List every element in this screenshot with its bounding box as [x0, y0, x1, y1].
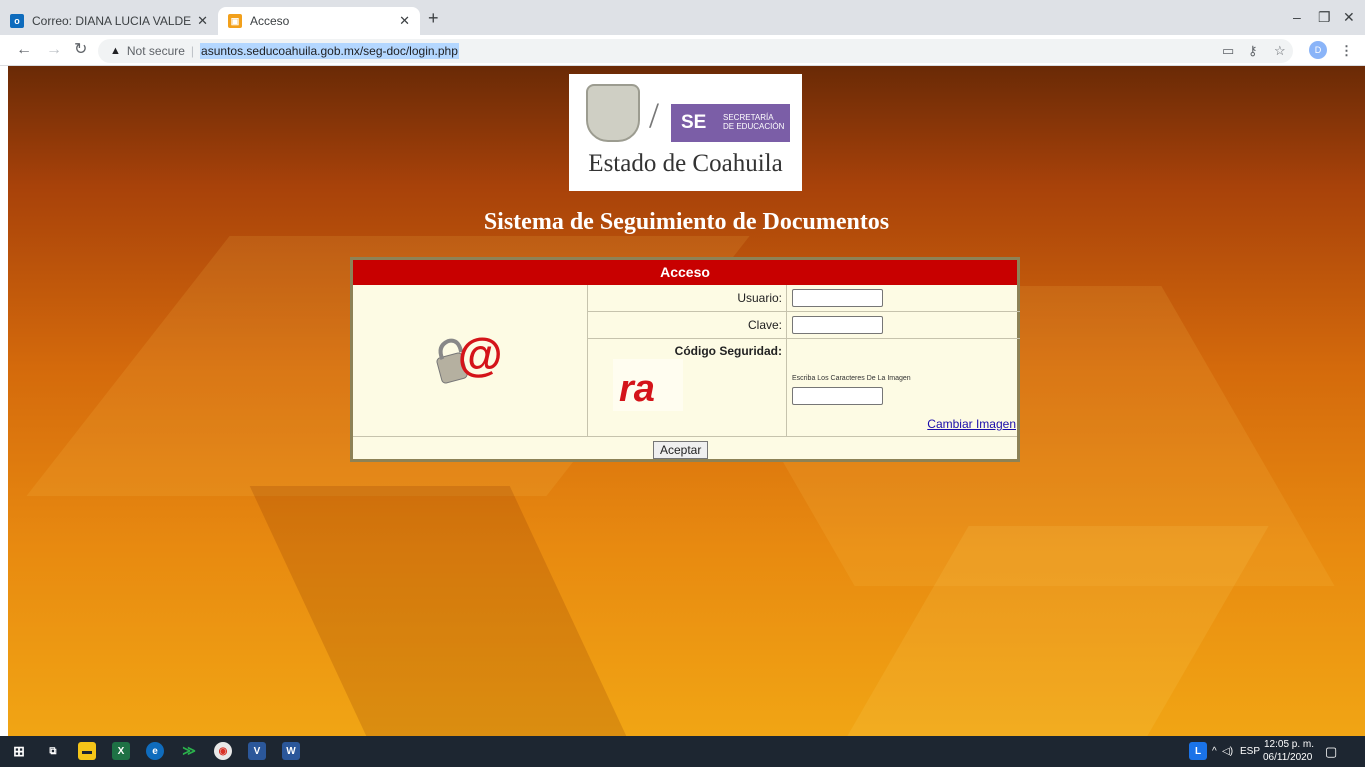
usuario-input[interactable]: [792, 289, 883, 307]
usuario-label: Usuario:: [588, 285, 787, 312]
address-bar[interactable]: ▲ Not secure | asuntos.seducoahuila.gob.…: [98, 39, 1293, 63]
form-header: Acceso: [353, 260, 1017, 285]
profile-avatar[interactable]: D: [1309, 41, 1327, 59]
close-tab-icon[interactable]: ✕: [399, 13, 410, 29]
url-text[interactable]: asuntos.seducoahuila.gob.mx/seg-doc/logi…: [200, 43, 459, 59]
edge-icon[interactable]: e: [146, 742, 164, 760]
tray-chevron-icon[interactable]: ^: [1212, 746, 1217, 757]
aceptar-button[interactable]: Aceptar: [653, 441, 709, 459]
back-arrow-icon[interactable]: ←: [16, 41, 32, 59]
logo-separator: /: [649, 95, 660, 135]
captcha-instruction: Escriba Los Caracteres De La Imagen: [792, 375, 911, 382]
captcha-input[interactable]: [792, 387, 883, 405]
svg-text:ra: ra: [619, 368, 655, 410]
cambiar-imagen-link[interactable]: Cambiar Imagen: [927, 417, 1016, 431]
language-indicator[interactable]: ESP: [1240, 746, 1260, 757]
windows-start-icon[interactable]: ⊞: [10, 742, 28, 760]
key-icon[interactable]: ⚷: [1248, 43, 1258, 59]
forward-arrow-icon[interactable]: →: [46, 41, 62, 59]
excel-icon[interactable]: X: [112, 742, 130, 760]
file-explorer-icon[interactable]: ▬: [78, 742, 96, 760]
clock-date[interactable]: 06/11/2020: [1263, 752, 1312, 763]
clave-row: Clave:: [588, 312, 1020, 339]
windows-taskbar: ⊞ ⧉ ▬ X e ≫ ◉ V W L ^ ◁) ESP 12:05 p. m.…: [0, 736, 1365, 767]
page-viewport: / SE SECRETARÍA DE EDUCACIÓN Estado de Co…: [8, 66, 1365, 736]
reload-icon[interactable]: ↻: [74, 41, 87, 59]
tab-bar: o Correo: DIANA LUCIA VALDES G/ ✕ ▣ Acce…: [0, 0, 1365, 35]
minimize-button[interactable]: –: [1293, 9, 1301, 25]
divider: |: [190, 44, 195, 58]
codigo-row: Código Seguridad: ra Cambiar Imagen Escr…: [588, 339, 1020, 436]
email-lock-icon: @: [436, 329, 502, 384]
tab-correo[interactable]: o Correo: DIANA LUCIA VALDES G/ ✕: [0, 7, 218, 35]
clave-label: Clave:: [588, 312, 787, 339]
close-window-button[interactable]: ✕: [1343, 9, 1355, 26]
captcha-image: ra: [613, 359, 683, 411]
menu-dots-icon[interactable]: ⋮: [1340, 43, 1353, 59]
outlook-icon: o: [10, 14, 24, 28]
coat-of-arms-icon: [586, 84, 640, 142]
se-badge: SE SECRETARÍA DE EDUCACIÓN: [671, 104, 790, 142]
estado-text: Estado de Coahuila: [588, 150, 783, 177]
task-view-icon[interactable]: ⧉: [44, 742, 62, 760]
usuario-row: Usuario:: [588, 285, 1020, 312]
volume-icon[interactable]: ◁): [1222, 746, 1233, 757]
lock-panel: @: [353, 285, 588, 436]
clave-input[interactable]: [792, 316, 883, 334]
tab-label: Correo: DIANA LUCIA VALDES G/: [32, 14, 192, 28]
site-favicon-icon: ▣: [228, 14, 242, 28]
secretaria-text: SECRETARÍA DE EDUCACIÓN: [723, 113, 785, 131]
chrome-icon[interactable]: ◉: [214, 742, 232, 760]
app-l-icon[interactable]: L: [1189, 742, 1207, 760]
login-form: Acceso @ Usuario: Clave: Código Segurida…: [350, 257, 1020, 462]
page-title: Sistema de Seguimiento de Documentos: [483, 209, 890, 235]
coahuila-logo: / SE SECRETARÍA DE EDUCACIÓN Estado de Co…: [569, 74, 802, 191]
svg-text:@: @: [457, 329, 502, 381]
cast-icon[interactable]: ▭: [1222, 43, 1234, 59]
security-label: Not secure: [126, 44, 185, 58]
close-tab-icon[interactable]: ✕: [197, 13, 208, 29]
notifications-icon[interactable]: ▢: [1325, 744, 1337, 760]
word-icon[interactable]: W: [282, 742, 300, 760]
warning-icon: ▲: [110, 45, 121, 57]
clock-time[interactable]: 12:05 p. m.: [1264, 739, 1314, 750]
browser-toolbar: ← → ↻ ▲ Not secure | asuntos.seducoahuil…: [0, 35, 1365, 66]
visio-icon[interactable]: V: [248, 742, 266, 760]
background-decoration: [249, 486, 627, 736]
form-footer: Aceptar: [353, 436, 1017, 462]
star-icon[interactable]: ☆: [1274, 43, 1286, 59]
new-tab-button[interactable]: +: [428, 8, 439, 28]
tab-label: Acceso: [250, 14, 290, 28]
app-icon[interactable]: ≫: [180, 742, 198, 760]
tab-acceso[interactable]: ▣ Acceso ✕: [218, 7, 420, 35]
restore-button[interactable]: ❐: [1318, 9, 1331, 26]
se-text: SE: [681, 112, 707, 133]
